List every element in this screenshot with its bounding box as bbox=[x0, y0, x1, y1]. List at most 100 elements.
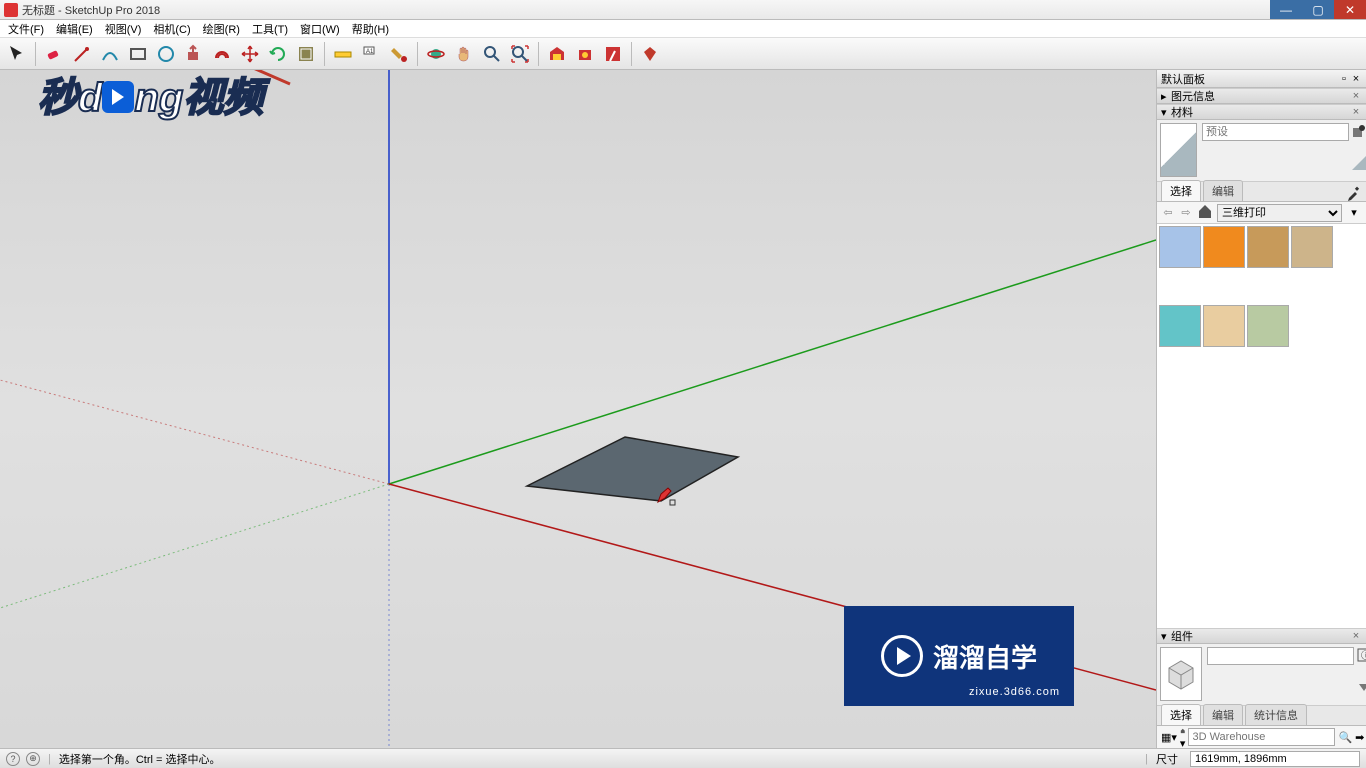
status-message: 选择第一个角。Ctrl = 选择中心。 bbox=[59, 751, 1137, 767]
components-header[interactable]: ▾ 组件 × bbox=[1157, 628, 1366, 644]
arc-tool-icon[interactable] bbox=[97, 41, 123, 67]
menu-view[interactable]: 视图(V) bbox=[99, 21, 148, 37]
material-name-input[interactable] bbox=[1202, 123, 1349, 141]
tab-edit[interactable]: 编辑 bbox=[1203, 180, 1243, 201]
component-filter-icon[interactable]: ▦▾ bbox=[1161, 731, 1177, 744]
pan-tool-icon[interactable] bbox=[451, 41, 477, 67]
nav-forward-icon[interactable]: ⇨ bbox=[1179, 206, 1193, 219]
component-thumb[interactable] bbox=[1160, 647, 1202, 701]
menubar: 文件(F) 编辑(E) 视图(V) 相机(C) 绘图(R) 工具(T) 窗口(W… bbox=[0, 20, 1366, 38]
dimension-label: 尺寸 bbox=[1156, 751, 1178, 767]
menu-camera[interactable]: 相机(C) bbox=[147, 21, 196, 37]
dimension-value-box[interactable]: 1619mm, 1896mm bbox=[1190, 751, 1360, 767]
materials-label: 材料 bbox=[1171, 104, 1350, 120]
menu-tools[interactable]: 工具(T) bbox=[246, 21, 294, 37]
material-swatch[interactable] bbox=[1247, 305, 1289, 347]
tab-stats-comp[interactable]: 统计信息 bbox=[1245, 704, 1307, 725]
app-icon bbox=[4, 3, 18, 17]
material-swatch[interactable] bbox=[1291, 226, 1333, 268]
material-swatch[interactable] bbox=[1159, 226, 1201, 268]
select-tool-icon[interactable] bbox=[4, 41, 30, 67]
default-material-icon[interactable] bbox=[1352, 156, 1366, 170]
menu-draw[interactable]: 绘图(R) bbox=[197, 21, 246, 37]
create-material-icon[interactable] bbox=[1352, 124, 1366, 138]
menu-file[interactable]: 文件(F) bbox=[2, 21, 50, 37]
tab-select-comp[interactable]: 选择 bbox=[1161, 704, 1201, 725]
search-icon[interactable]: 🔍 bbox=[1338, 731, 1352, 744]
minimize-button[interactable]: — bbox=[1270, 0, 1302, 19]
close-button[interactable]: ✕ bbox=[1334, 0, 1366, 19]
material-nav: ⇦ ⇨ 三维打印 ▾ bbox=[1157, 202, 1366, 224]
materials-header[interactable]: ▾ 材料 × bbox=[1157, 104, 1366, 120]
titlebar: 无标题 - SketchUp Pro 2018 — ▢ ✕ bbox=[0, 0, 1366, 20]
offset-tool-icon[interactable] bbox=[209, 41, 235, 67]
menu-window[interactable]: 窗口(W) bbox=[294, 21, 346, 37]
geolocation-icon[interactable]: ? bbox=[6, 752, 20, 766]
components-label: 组件 bbox=[1171, 628, 1350, 644]
layout-tool-icon[interactable] bbox=[600, 41, 626, 67]
pin-icon[interactable]: ▫ bbox=[1338, 73, 1350, 85]
material-swatch[interactable] bbox=[1247, 226, 1289, 268]
material-swatch[interactable] bbox=[1203, 305, 1245, 347]
scale-tool-icon[interactable] bbox=[293, 41, 319, 67]
component-home-icon[interactable]: ▾ bbox=[1180, 725, 1186, 750]
zoom-tool-icon[interactable] bbox=[479, 41, 505, 67]
nav-forward-icon[interactable]: ➡ bbox=[1355, 731, 1364, 744]
orbit-tool-icon[interactable] bbox=[423, 41, 449, 67]
tab-edit-comp[interactable]: 编辑 bbox=[1203, 704, 1243, 725]
material-swatch[interactable] bbox=[1159, 305, 1201, 347]
workspace: 秒dng视频 溜溜自学 zixue.3d66.com 默认面板 ▫ × ▸ 图元… bbox=[0, 70, 1366, 748]
circle-tool-icon[interactable] bbox=[153, 41, 179, 67]
toolbar: A1 bbox=[0, 38, 1366, 70]
eyedropper-icon[interactable] bbox=[1346, 185, 1362, 201]
component-name-input[interactable] bbox=[1207, 647, 1354, 665]
entity-info-label: 图元信息 bbox=[1171, 88, 1350, 104]
viewport-3d[interactable]: 秒dng视频 溜溜自学 zixue.3d66.com bbox=[0, 70, 1156, 748]
component-expand-icon[interactable] bbox=[1357, 680, 1366, 694]
tray-header[interactable]: 默认面板 ▫ × bbox=[1157, 70, 1366, 88]
component-info-icon[interactable]: ⓘ bbox=[1357, 648, 1366, 662]
menu-edit[interactable]: 编辑(E) bbox=[50, 21, 99, 37]
section-close-icon[interactable]: × bbox=[1350, 630, 1362, 642]
line-tool-icon[interactable] bbox=[69, 41, 95, 67]
component-search-input[interactable] bbox=[1188, 728, 1335, 746]
warehouse-tool-icon[interactable] bbox=[544, 41, 570, 67]
nav-back-icon[interactable]: ⇦ bbox=[1161, 206, 1175, 219]
extension-tool-icon[interactable] bbox=[572, 41, 598, 67]
maximize-button[interactable]: ▢ bbox=[1302, 0, 1334, 19]
eraser-tool-icon[interactable] bbox=[41, 41, 67, 67]
section-close-icon[interactable]: × bbox=[1350, 106, 1362, 118]
material-category-select[interactable]: 三维打印 bbox=[1217, 204, 1342, 222]
tray-close-icon[interactable]: × bbox=[1350, 73, 1362, 85]
material-swatch[interactable] bbox=[1203, 226, 1245, 268]
credits-icon: ⊕ bbox=[26, 752, 40, 766]
menu-help[interactable]: 帮助(H) bbox=[346, 21, 395, 37]
play-circle-icon bbox=[881, 635, 923, 677]
component-tabs: 选择 编辑 统计信息 bbox=[1157, 706, 1366, 726]
component-search-row: ▦▾ ▾ 🔍 ➡ bbox=[1157, 726, 1366, 748]
dimension-value: 1619mm, 1896mm bbox=[1195, 753, 1287, 765]
home-icon[interactable] bbox=[1197, 203, 1213, 222]
chevron-down-icon: ▾ bbox=[1161, 630, 1171, 643]
default-tray: 默认面板 ▫ × ▸ 图元信息 × ▾ 材料 × 选择 编辑 bbox=[1156, 70, 1366, 748]
material-swatch-grid bbox=[1157, 224, 1366, 384]
details-icon[interactable]: ▾ bbox=[1346, 206, 1362, 219]
material-preview-row bbox=[1157, 120, 1366, 182]
svg-text:A1: A1 bbox=[366, 49, 374, 55]
pushpull-tool-icon[interactable] bbox=[181, 41, 207, 67]
move-tool-icon[interactable] bbox=[237, 41, 263, 67]
statusbar: ? ⊕ | 选择第一个角。Ctrl = 选择中心。 | 尺寸 1619mm, 1… bbox=[0, 748, 1366, 768]
entity-info-header[interactable]: ▸ 图元信息 × bbox=[1157, 88, 1366, 104]
section-close-icon[interactable]: × bbox=[1350, 90, 1362, 102]
current-material-swatch[interactable] bbox=[1160, 123, 1197, 177]
tape-tool-icon[interactable] bbox=[330, 41, 356, 67]
rotate-tool-icon[interactable] bbox=[265, 41, 291, 67]
watermark-text: 溜溜自学 bbox=[933, 638, 1037, 675]
ruby-tool-icon[interactable] bbox=[637, 41, 663, 67]
paint-tool-icon[interactable] bbox=[386, 41, 412, 67]
zoom-extents-tool-icon[interactable] bbox=[507, 41, 533, 67]
rectangle-tool-icon[interactable] bbox=[125, 41, 151, 67]
text-tool-icon[interactable]: A1 bbox=[358, 41, 384, 67]
tab-select[interactable]: 选择 bbox=[1161, 180, 1201, 201]
svg-text:ⓘ: ⓘ bbox=[1361, 650, 1366, 662]
